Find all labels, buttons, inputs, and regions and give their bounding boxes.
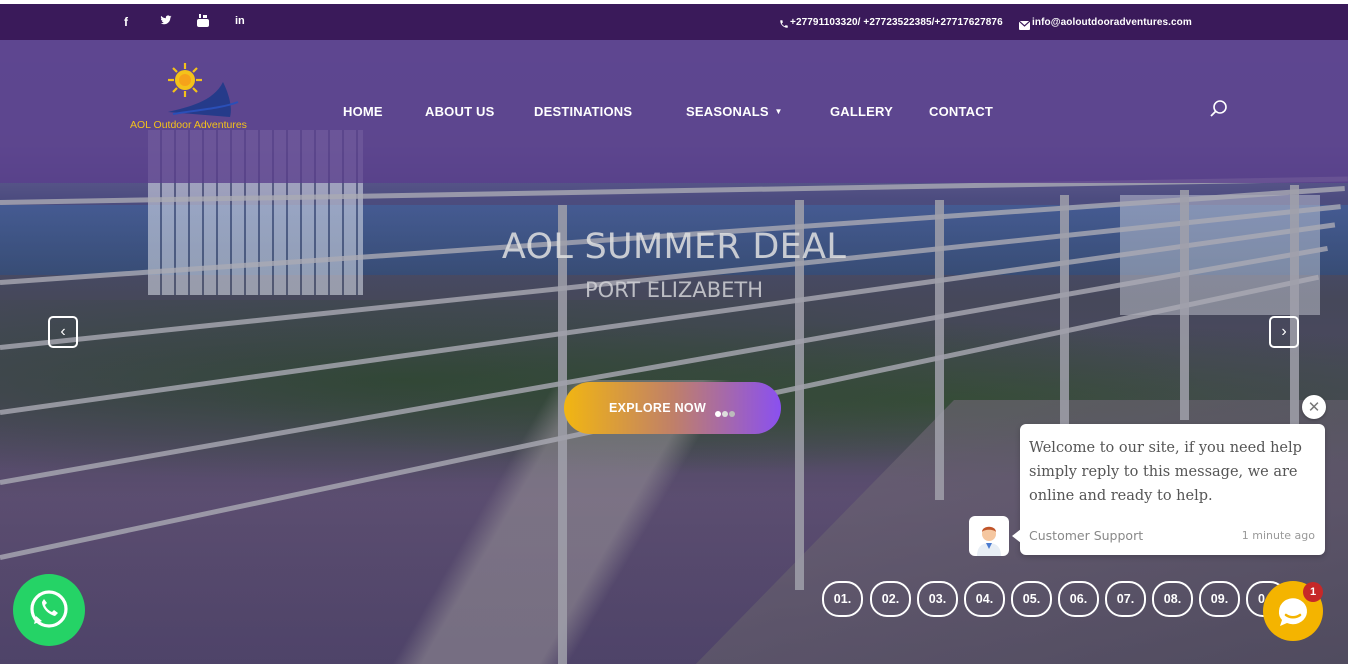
chevron-left-icon: ‹	[60, 323, 66, 340]
unread-badge: 1	[1303, 582, 1323, 602]
top-bar: f in +27791103320/ +27723522385/+2771762…	[0, 4, 1348, 40]
hero-subtitle: PORT ELIZABETH	[585, 278, 763, 302]
logo-text[interactable]: AOL Outdoor Adventures	[130, 119, 247, 131]
slide-page-09[interactable]: 09.	[1199, 581, 1240, 617]
caret-down-icon: ▼	[774, 107, 783, 116]
chat-bubble-tail	[1012, 529, 1021, 543]
twitter-icon[interactable]	[160, 13, 172, 31]
nav-seasonals[interactable]: SEASONALS ▼	[686, 104, 783, 119]
chat-close-button[interactable]: ✕	[1302, 395, 1326, 419]
slide-page-06[interactable]: 06.	[1058, 581, 1099, 617]
phone-icon	[779, 16, 789, 34]
explore-now-button[interactable]: EXPLORE NOW	[564, 382, 781, 434]
railing-post	[1290, 185, 1299, 425]
dots-icon	[715, 404, 737, 417]
slide-page-01[interactable]: 01.	[822, 581, 863, 617]
nav-contact[interactable]: CONTACT	[929, 104, 993, 119]
chat-timestamp: 1 minute ago	[1241, 529, 1315, 542]
chevron-right-icon: ›	[1281, 323, 1287, 340]
phone-numbers[interactable]: +27791103320/ +27723522385/+27717627876	[790, 17, 1003, 28]
sun-logo-icon	[168, 63, 239, 117]
hero-title: AOL SUMMER DEAL	[501, 227, 847, 267]
railing-post	[558, 205, 567, 664]
slider-next-button[interactable]: ›	[1269, 316, 1299, 348]
agent-avatar	[969, 516, 1009, 556]
agent-avatar-icon	[977, 526, 1001, 556]
railing-post	[1180, 190, 1189, 420]
nav-destinations[interactable]: DESTINATIONS	[534, 104, 632, 119]
slider-prev-button[interactable]: ‹	[48, 316, 78, 348]
nav-about-us[interactable]: ABOUT US	[425, 104, 495, 119]
slide-page-03[interactable]: 03.	[917, 581, 958, 617]
facebook-icon[interactable]: f	[124, 15, 128, 29]
whatsapp-icon	[30, 590, 68, 628]
slide-page-08[interactable]: 08.	[1152, 581, 1193, 617]
chat-popup[interactable]: Welcome to our site, if you need help si…	[1020, 424, 1325, 555]
chat-agent-name: Customer Support	[1029, 528, 1144, 543]
slide-page-07[interactable]: 07.	[1105, 581, 1146, 617]
close-icon: ✕	[1307, 399, 1321, 416]
whatsapp-button[interactable]	[13, 574, 85, 646]
linkedin-icon[interactable]: in	[235, 15, 245, 27]
slide-page-04[interactable]: 04.	[964, 581, 1005, 617]
youtube-icon[interactable]	[197, 14, 209, 32]
chat-message: Welcome to our site, if you need help si…	[1029, 440, 1302, 504]
email-link[interactable]: info@aoloutdooradventures.com	[1032, 17, 1192, 28]
explore-now-label: EXPLORE NOW	[609, 401, 707, 415]
nav-seasonals-label: SEASONALS	[686, 104, 769, 119]
search-icon[interactable]	[1210, 100, 1228, 118]
envelope-icon	[1018, 17, 1031, 35]
slide-page-05[interactable]: 05.	[1011, 581, 1052, 617]
slide-page-02[interactable]: 02.	[870, 581, 911, 617]
nav-gallery[interactable]: GALLERY	[830, 104, 893, 119]
nav-home[interactable]: HOME	[343, 104, 383, 119]
